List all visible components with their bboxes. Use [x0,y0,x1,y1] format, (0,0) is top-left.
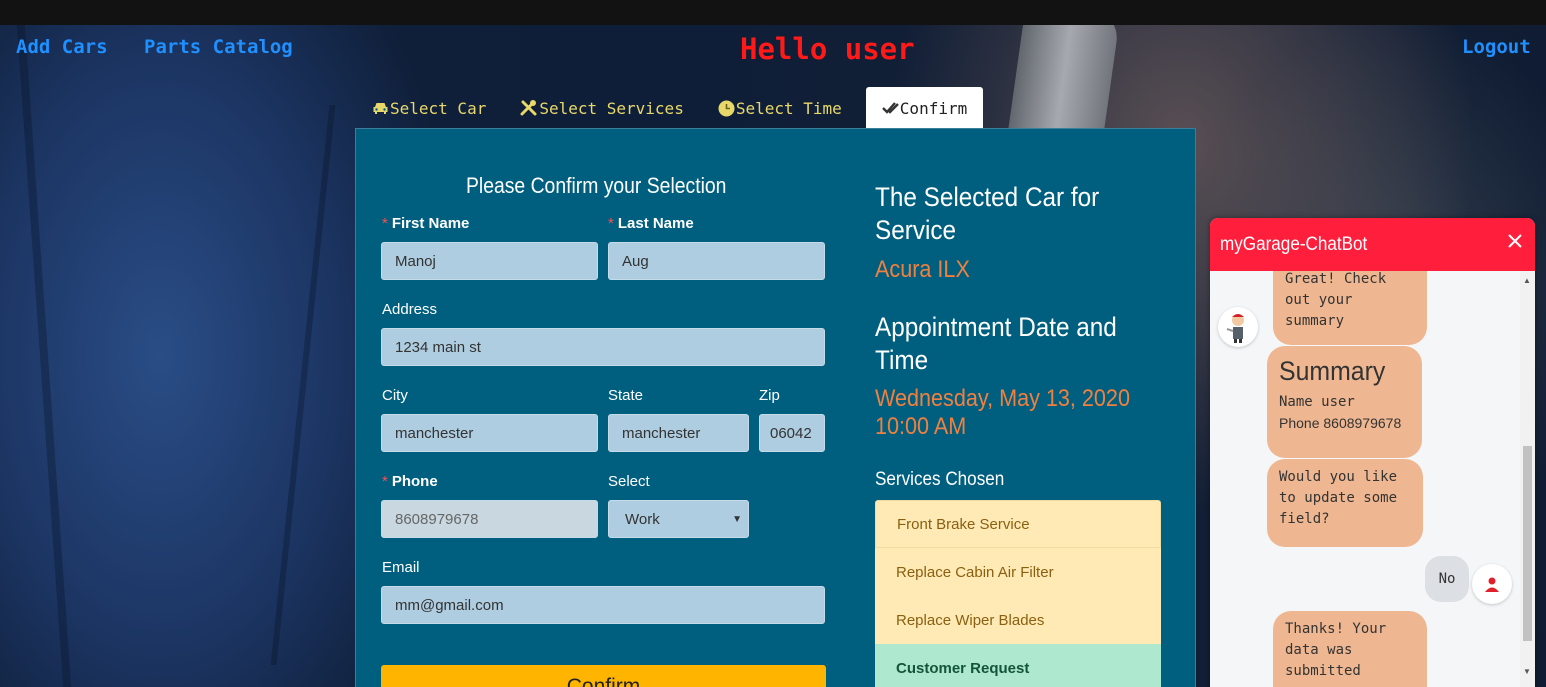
custom-request-item: Customer Request [875,644,1161,687]
user-avatar [1472,564,1512,604]
summary-title: Summary [1279,356,1386,386]
tab-label: Confirm [899,98,968,118]
bot-message: Great! Check out your summary [1273,271,1427,345]
email-field[interactable]: mm@gmail.com [381,586,825,624]
add-cars-link[interactable]: Add Cars [16,36,108,58]
email-label: Email [382,559,420,576]
tab-label: Select Services [539,98,684,118]
bot-message: Thanks! Your data was submitted [1273,611,1427,687]
bot-message: Would you like to update some field? [1267,459,1423,547]
logout-link[interactable]: Logout [1462,36,1531,58]
tab-select-car[interactable]: Select Car [362,87,496,129]
clock-icon [718,100,735,116]
chat-messages[interactable]: Great! Check out your summary Summary Na… [1210,271,1520,687]
close-icon[interactable] [1507,233,1523,249]
car-icon [373,103,388,114]
greeting: Hello user [740,32,915,66]
appointment-heading: Appointment Date and Time [875,312,1117,375]
list-item: Replace Wiper Blades [875,596,1161,644]
state-label: State [608,387,644,404]
address-label: Address [382,301,438,318]
form-title: Please Confirm your Selection [466,173,727,198]
user-icon [1485,577,1499,592]
summary-phone: Phone 8608979678 [1279,415,1402,431]
selected-car: Acura ILX [875,256,970,283]
tab-label: Select Car [390,98,487,118]
zip-label: Zip [759,387,780,404]
first-name-label: * First Name [382,215,470,232]
scroll-thumb[interactable] [1523,446,1532,641]
user-message: No [1425,556,1469,602]
last-name-label: * Last Name [608,215,694,232]
first-name-field[interactable]: Manoj [381,242,598,280]
state-field[interactable]: manchester [608,414,749,452]
phone-field[interactable]: 8608979678 [381,500,598,538]
caret-down-icon: ▼ [732,513,742,525]
phone-type-label: Select [608,473,650,490]
chat-header: myGarage-ChatBot [1210,218,1535,271]
tab-select-time[interactable]: Select Time [708,87,852,129]
scroll-down-icon[interactable]: ▼ [1523,667,1531,676]
city-field[interactable]: manchester [381,414,598,452]
tab-label: Select Time [735,98,842,118]
car-heading: The Selected Car for Service [875,182,1100,245]
phone-type-value: Work [625,510,660,528]
jeans-seam [16,25,72,687]
list-item: Front Brake Service [875,500,1161,548]
summary-name: Name user [1279,394,1355,410]
list-item: Replace Cabin Air Filter [875,548,1161,596]
tab-confirm[interactable]: Confirm [865,87,984,129]
required-marker: * [382,215,388,232]
scroll-up-icon[interactable]: ▲ [1523,276,1531,285]
services-heading: Services Chosen [875,469,1005,490]
bot-avatar [1218,307,1258,347]
required-marker: * [608,215,614,232]
confirm-button[interactable]: Confirm [381,665,826,687]
last-name-field[interactable]: Aug [608,242,825,280]
chat-scrollbar[interactable]: ▲ ▼ [1520,271,1535,687]
appointment-datetime: Wednesday, May 13, 2020 10:00 AM [875,385,1130,440]
browser-top-bar [0,0,1546,25]
services-list: Front Brake Service Replace Cabin Air Fi… [875,500,1161,687]
zip-field[interactable]: 06042 [759,414,825,452]
check-double-icon [881,102,899,114]
tools-icon [520,100,537,116]
address-field[interactable]: 1234 main st [381,328,825,366]
phone-label: * Phone [382,473,438,490]
wizard-tabs: Select Car Select Services Select Time C… [362,87,997,129]
chatbot-window: myGarage-ChatBot Great! Check out your s… [1210,218,1535,687]
parts-catalog-link[interactable]: Parts Catalog [144,36,293,58]
summary-message: Summary Name user Phone 8608979678 [1267,346,1422,458]
mechanic-icon [1226,314,1244,343]
confirm-panel: Please Confirm your Selection * First Nam… [355,128,1196,687]
tab-select-services[interactable]: Select Services [510,87,694,129]
city-label: City [382,387,408,404]
phone-type-select[interactable]: Work ▼ [608,500,749,538]
chat-title: myGarage-ChatBot [1220,233,1368,255]
required-marker: * [382,473,388,490]
jeans-seam [270,105,336,665]
